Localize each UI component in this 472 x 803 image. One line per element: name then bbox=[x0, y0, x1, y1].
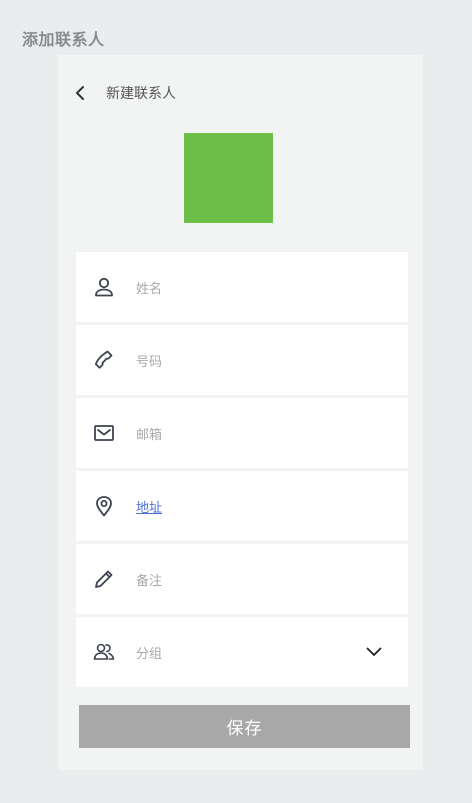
location-pin-icon bbox=[92, 494, 116, 518]
note-field[interactable]: 备注 bbox=[76, 544, 408, 614]
email-field[interactable]: 邮箱 bbox=[76, 398, 408, 468]
mail-icon bbox=[92, 421, 116, 445]
name-input[interactable]: 姓名 bbox=[136, 278, 162, 297]
group-icon bbox=[92, 640, 116, 664]
contact-form: 姓名 号码 邮箱 地址 备注 分组 bbox=[76, 252, 408, 690]
pencil-icon bbox=[92, 567, 116, 591]
name-field[interactable]: 姓名 bbox=[76, 252, 408, 322]
back-button[interactable] bbox=[70, 81, 90, 105]
new-contact-screen: 新建联系人 姓名 号码 邮箱 地址 备注 分组 保存 bbox=[58, 55, 423, 770]
chevron-down-icon[interactable] bbox=[364, 641, 384, 663]
top-nav-bar: 新建联系人 bbox=[58, 55, 423, 130]
phone-input[interactable]: 号码 bbox=[136, 351, 162, 370]
page-heading: 添加联系人 bbox=[22, 30, 105, 49]
person-icon bbox=[92, 275, 116, 299]
address-field[interactable]: 地址 bbox=[76, 471, 408, 541]
address-input[interactable]: 地址 bbox=[136, 497, 162, 516]
contact-avatar-picker[interactable] bbox=[184, 133, 273, 223]
save-button[interactable]: 保存 bbox=[79, 705, 410, 748]
email-input[interactable]: 邮箱 bbox=[136, 424, 162, 443]
phone-field[interactable]: 号码 bbox=[76, 325, 408, 395]
note-input[interactable]: 备注 bbox=[136, 570, 162, 589]
chevron-left-icon bbox=[74, 85, 86, 101]
nav-title: 新建联系人 bbox=[106, 86, 176, 102]
phone-icon bbox=[92, 348, 116, 372]
group-field[interactable]: 分组 bbox=[76, 617, 408, 687]
group-select[interactable]: 分组 bbox=[136, 643, 162, 662]
